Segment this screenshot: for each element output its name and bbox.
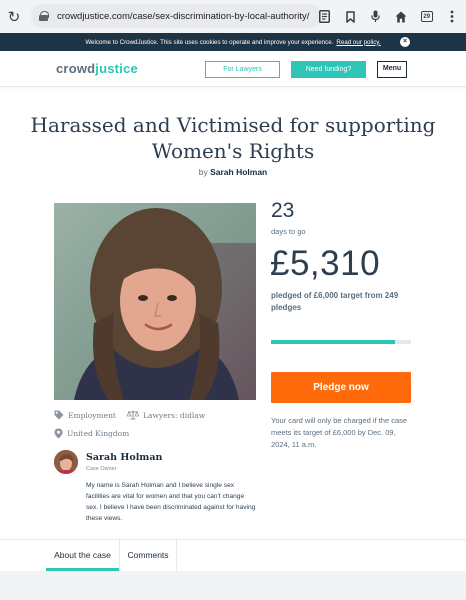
- location-pin-icon: [54, 428, 63, 439]
- tab-count: 29: [420, 11, 433, 22]
- browser-toolbar: ↻ crowdjustice.com/case/sex-discriminati…: [0, 0, 466, 33]
- need-funding-button[interactable]: Need funding?: [291, 61, 366, 78]
- more-options-icon[interactable]: [440, 0, 466, 33]
- byline: by Sarah Holman: [198, 167, 268, 177]
- days-to-go-count: 23: [271, 199, 295, 222]
- home-icon[interactable]: [389, 0, 415, 33]
- charge-note: Your card will only be charged if the ca…: [271, 416, 408, 449]
- cookie-banner: Welcome to CrowdJustice. This site uses …: [0, 33, 466, 51]
- url-text: crowdjustice.com/case/sex-discrimination…: [57, 10, 310, 22]
- crowdjustice-logo[interactable]: crowdjustice: [56, 61, 138, 76]
- bookmark-icon[interactable]: [338, 0, 364, 33]
- category-tag[interactable]: Employment: [54, 410, 116, 420]
- cookie-policy-link[interactable]: Read our policy.: [336, 39, 380, 46]
- progress-fill: [271, 340, 395, 344]
- menu-button[interactable]: Menu: [377, 61, 407, 78]
- pledge-now-button[interactable]: Pledge now: [271, 372, 411, 403]
- days-to-go-label: days to go: [271, 227, 306, 236]
- cookie-text: Welcome to CrowdJustice. This site uses …: [85, 38, 334, 46]
- case-tabs: About the case Comments: [0, 539, 466, 571]
- for-lawyers-button[interactable]: For Lawyers: [205, 61, 280, 78]
- page-title: Harassed and Victimised for supporting W…: [30, 113, 436, 163]
- lawyers-tag[interactable]: Lawyers: didlaw: [127, 410, 205, 420]
- owner-description: My name is Sarah Holman and I believe si…: [86, 482, 256, 522]
- author-link[interactable]: Sarah Holman: [210, 167, 267, 177]
- reader-mode-icon[interactable]: [312, 0, 338, 33]
- tab-about-the-case[interactable]: About the case: [46, 540, 119, 571]
- avatar[interactable]: [54, 450, 78, 474]
- tag-icon: [54, 410, 64, 420]
- lock-icon: [39, 11, 49, 21]
- address-bar[interactable]: crowdjustice.com/case/sex-discrimination…: [31, 4, 321, 28]
- tab-switcher-icon[interactable]: 29: [414, 0, 440, 33]
- site-header: crowdjustice For Lawyers Need funding? M…: [0, 51, 466, 87]
- microphone-icon[interactable]: [363, 0, 389, 33]
- reload-icon[interactable]: ↻: [0, 8, 28, 26]
- tab-comments[interactable]: Comments: [119, 540, 177, 571]
- owner-role: Case Owner: [86, 466, 117, 472]
- scales-icon: [127, 410, 139, 420]
- location-tag[interactable]: United Kingdom: [54, 428, 129, 439]
- case-photo: [54, 203, 256, 400]
- amount-raised: £5,310: [270, 244, 381, 283]
- owner-name[interactable]: Sarah Holman: [86, 452, 162, 463]
- pledged-summary: pledged of £6,000 target from 249 pledge…: [271, 291, 399, 312]
- funding-progress-bar: [271, 340, 411, 344]
- close-icon[interactable]: ×: [400, 37, 410, 47]
- content-area: [0, 571, 466, 600]
